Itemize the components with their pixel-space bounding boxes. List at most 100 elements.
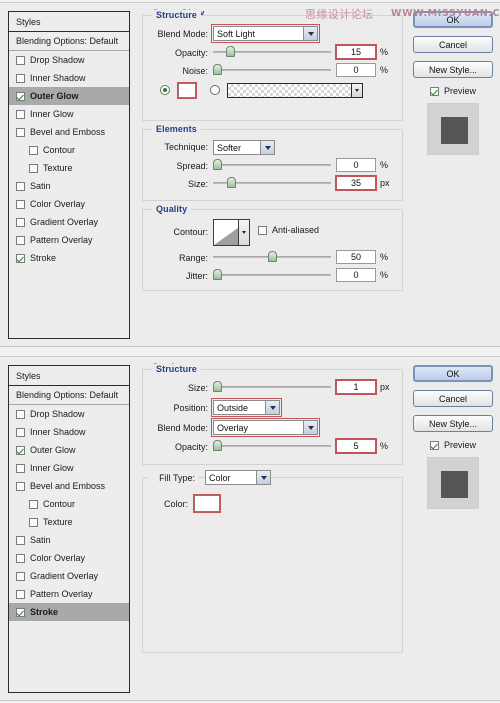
contour-preview-picker[interactable] [213,219,250,246]
spread-input[interactable]: 0 [336,158,376,172]
checkbox-contour[interactable] [29,145,38,155]
checkbox-bevel-and-emboss[interactable] [16,481,25,491]
position-select[interactable]: Outside [211,398,282,417]
blending-options-row[interactable]: Blending Options: Default [9,386,129,405]
sidebar-item-stroke[interactable]: Stroke [9,603,129,621]
glow-color-swatch[interactable] [177,82,197,99]
radio-glow-color[interactable] [160,85,170,95]
slider-thumb[interactable] [213,269,222,280]
chevron-down-icon[interactable] [351,84,362,97]
chevron-down-icon[interactable] [256,471,270,484]
new-style-button[interactable]: New Style... [413,415,493,432]
checkbox-outer-glow[interactable] [16,445,25,455]
sidebar-item-pattern-overlay[interactable]: Pattern Overlay [9,231,129,249]
checkbox-bevel-and-emboss[interactable] [16,127,25,137]
size-slider[interactable] [213,381,331,393]
slider-thumb[interactable] [213,64,222,75]
sidebar-item-drop-shadow[interactable]: Drop Shadow [9,51,129,69]
checkbox-drop-shadow[interactable] [16,409,25,419]
slider-thumb[interactable] [213,440,222,451]
checkbox-drop-shadow[interactable] [16,55,25,65]
preview-checkbox-row[interactable]: Preview [413,440,493,450]
checkbox-preview[interactable] [429,86,439,96]
sidebar-item-contour[interactable]: Contour [9,141,129,159]
sidebar-item-inner-shadow[interactable]: Inner Shadow [9,69,129,87]
sidebar-item-gradient-overlay[interactable]: Gradient Overlay [9,567,129,585]
slider-thumb[interactable] [227,177,236,188]
checkbox-stroke[interactable] [16,607,25,617]
ok-button[interactable]: OK [413,365,493,382]
checkbox-gradient-overlay[interactable] [16,571,25,581]
slider-thumb[interactable] [213,381,222,392]
checkbox-inner-shadow[interactable] [16,427,25,437]
checkbox-inner-glow[interactable] [16,463,25,473]
sidebar-item-texture[interactable]: Texture [9,159,129,177]
glow-gradient-picker[interactable] [227,83,363,98]
chevron-down-icon[interactable] [303,421,317,434]
checkbox-texture[interactable] [29,163,38,173]
checkbox-preview[interactable] [429,440,439,450]
anti-aliased-row[interactable]: Anti-aliased [258,225,319,235]
slider-thumb[interactable] [213,159,222,170]
sidebar-item-color-overlay[interactable]: Color Overlay [9,549,129,567]
technique-select[interactable]: Softer [213,140,275,155]
chevron-down-icon[interactable] [265,401,279,414]
sidebar-item-inner-shadow[interactable]: Inner Shadow [9,423,129,441]
cancel-button[interactable]: Cancel [413,390,493,407]
range-slider[interactable] [213,251,331,263]
checkbox-color-overlay[interactable] [16,199,25,209]
sidebar-item-contour[interactable]: Contour [9,495,129,513]
slider-thumb[interactable] [268,251,277,262]
checkbox-inner-shadow[interactable] [16,73,25,83]
checkbox-color-overlay[interactable] [16,553,25,563]
chevron-down-icon[interactable] [238,220,249,245]
size-input[interactable]: 35 [335,175,377,191]
blending-options-row[interactable]: Blending Options: Default [9,32,129,51]
noise-input[interactable]: 0 [336,63,376,77]
cancel-button[interactable]: Cancel [413,36,493,53]
checkbox-pattern-overlay[interactable] [16,589,25,599]
size-input[interactable]: 1 [335,379,377,395]
sidebar-item-color-overlay[interactable]: Color Overlay [9,195,129,213]
sidebar-item-outer-glow[interactable]: Outer Glow [9,87,129,105]
opacity-input[interactable]: 5 [335,438,377,454]
opacity-slider[interactable] [213,440,331,452]
radio-glow-gradient[interactable] [210,85,220,95]
opacity-input[interactable]: 15 [335,44,377,60]
chevron-down-icon[interactable] [260,141,274,154]
checkbox-texture[interactable] [29,517,38,527]
checkbox-stroke[interactable] [16,253,25,263]
checkbox-pattern-overlay[interactable] [16,235,25,245]
preview-checkbox-row[interactable]: Preview [413,86,493,96]
sidebar-item-satin[interactable]: Satin [9,177,129,195]
checkbox-gradient-overlay[interactable] [16,217,25,227]
checkbox-satin[interactable] [16,535,25,545]
sidebar-item-texture[interactable]: Texture [9,513,129,531]
spread-slider[interactable] [213,159,331,171]
new-style-button[interactable]: New Style... [413,61,493,78]
sidebar-item-drop-shadow[interactable]: Drop Shadow [9,405,129,423]
sidebar-item-gradient-overlay[interactable]: Gradient Overlay [9,213,129,231]
size-slider[interactable] [213,177,331,189]
noise-slider[interactable] [213,64,331,76]
blend-mode-select[interactable]: Overlay [211,418,320,437]
sidebar-item-stroke[interactable]: Stroke [9,249,129,267]
sidebar-item-inner-glow[interactable]: Inner Glow [9,105,129,123]
checkbox-satin[interactable] [16,181,25,191]
sidebar-item-bevel-and-emboss[interactable]: Bevel and Emboss [9,477,129,495]
sidebar-item-bevel-and-emboss[interactable]: Bevel and Emboss [9,123,129,141]
jitter-slider[interactable] [213,269,331,281]
sidebar-item-inner-glow[interactable]: Inner Glow [9,459,129,477]
checkbox-inner-glow[interactable] [16,109,25,119]
blend-mode-select[interactable]: Soft Light [211,24,320,43]
fill-type-select[interactable]: Color [205,470,271,485]
checkbox-anti-aliased[interactable] [258,225,267,235]
sidebar-item-satin[interactable]: Satin [9,531,129,549]
checkbox-outer-glow[interactable] [16,91,25,101]
checkbox-contour[interactable] [29,499,38,509]
slider-thumb[interactable] [226,46,235,57]
chevron-down-icon[interactable] [303,27,317,40]
jitter-input[interactable]: 0 [336,268,376,282]
stroke-color-swatch[interactable] [193,494,221,513]
sidebar-item-outer-glow[interactable]: Outer Glow [9,441,129,459]
